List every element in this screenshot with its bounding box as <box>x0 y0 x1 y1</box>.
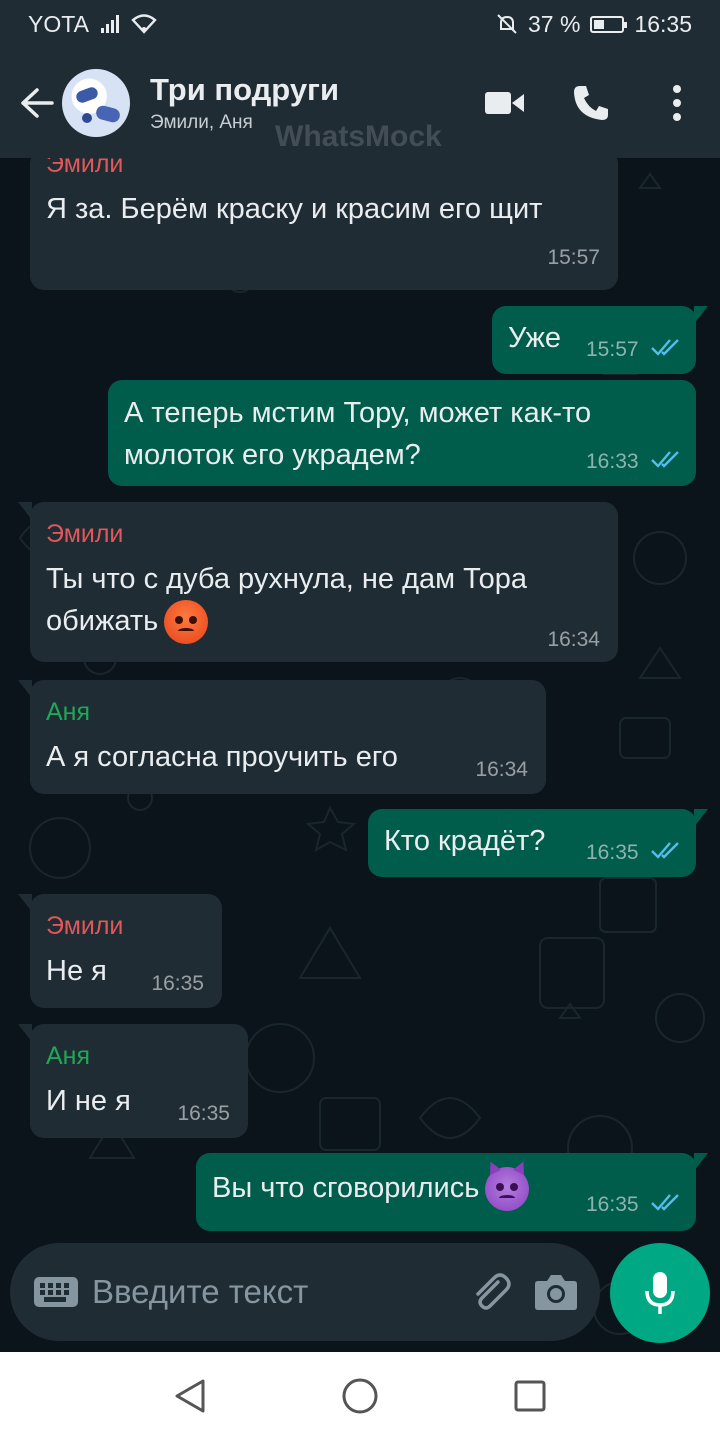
wifi-icon <box>131 14 157 34</box>
nav-back-button[interactable] <box>160 1366 220 1426</box>
message-text: Ты что с дуба рухнула, не дам Тора обижа… <box>46 558 527 645</box>
chat-title: Три подруги <box>150 72 340 107</box>
message-text: Я за. Берём краску и красим его щит <box>46 193 543 225</box>
voice-record-button[interactable] <box>610 1243 710 1343</box>
circle-home-icon <box>342 1378 378 1414</box>
message-time: 16:34 <box>547 628 600 651</box>
bubble-tail <box>18 502 32 520</box>
status-bar: YOTA 37 % 16:35 <box>0 0 720 48</box>
microphone-icon <box>645 1272 675 1314</box>
message-time: 16:35 <box>177 1102 230 1125</box>
voice-call-button[interactable] <box>548 48 634 158</box>
square-recents-icon <box>514 1380 546 1412</box>
clock: 16:35 <box>634 10 692 37</box>
message-bubble[interactable]: Аня А я согласна проучить его 16:34 <box>18 680 546 794</box>
bubble-tail <box>18 680 32 698</box>
message-time: 16:33 <box>586 450 639 473</box>
message-bubble[interactable]: Аня И не я 16:35 <box>18 1024 248 1138</box>
video-camera-icon <box>485 92 524 114</box>
message-bubble[interactable]: Кто крадёт? 16:35 <box>368 809 708 877</box>
nav-recents-button[interactable] <box>500 1366 560 1426</box>
message-bubble[interactable]: Эмили Не я 16:35 <box>18 894 222 1008</box>
message-sender: Эмили <box>46 520 124 548</box>
read-receipt-icon <box>651 339 679 356</box>
bubble-tail <box>694 809 708 827</box>
read-receipt-icon <box>651 842 679 859</box>
camera-icon[interactable] <box>534 1273 578 1311</box>
carrier-label: YOTA <box>28 10 89 37</box>
message-input[interactable]: Введите текст <box>92 1273 308 1311</box>
message-time: 16:35 <box>586 841 639 864</box>
battery-icon <box>590 15 628 33</box>
angry-face-icon <box>164 600 209 645</box>
message-text: Вы что сговорились <box>212 1159 530 1212</box>
battery-percent: 37 % <box>528 10 581 37</box>
system-nav-bar <box>0 1352 720 1440</box>
message-time: 16:34 <box>475 758 528 781</box>
message-bubble[interactable]: Эмили Ты что с дуба рухнула, не дам Тора… <box>18 502 618 662</box>
message-sender: Аня <box>46 1042 91 1070</box>
paperclip-icon[interactable] <box>468 1270 512 1314</box>
bubble-tail <box>18 894 32 912</box>
signal-icon <box>100 15 119 33</box>
bubble-tail <box>18 1024 32 1042</box>
message-bubble[interactable]: А теперь мстим Тору, может как-то молото… <box>108 380 696 486</box>
message-text: И не я <box>46 1085 131 1117</box>
group-avatar[interactable] <box>62 69 130 137</box>
message-time: 16:35 <box>151 972 204 995</box>
message-text: Не я <box>46 955 107 987</box>
message-time: 16:35 <box>586 1193 639 1216</box>
message-time: 15:57 <box>547 246 600 269</box>
message-sender: Эмили <box>46 912 124 940</box>
message-sender: Аня <box>46 698 91 726</box>
arrow-left-icon <box>21 88 54 118</box>
phone-icon <box>574 86 608 120</box>
message-bubble[interactable]: Уже 15:57 <box>492 306 708 374</box>
devil-face-icon <box>485 1159 530 1212</box>
keyboard-icon[interactable] <box>34 1277 78 1307</box>
message-bubble[interactable]: Вы что сговорились 16:35 <box>196 1153 708 1231</box>
message-text: Уже <box>508 322 561 354</box>
triangle-back-icon <box>175 1379 205 1413</box>
message-text-body: Ты что с дуба рухнула, не дам Тора обижа… <box>46 563 527 637</box>
bubble-tail <box>694 1153 708 1171</box>
mute-bell-icon <box>497 14 517 34</box>
read-receipt-icon <box>651 1194 679 1211</box>
more-vertical-icon <box>673 85 681 121</box>
message-text: Кто крадёт? <box>384 825 546 857</box>
back-button[interactable] <box>14 80 60 126</box>
video-call-button[interactable] <box>462 48 548 158</box>
message-bubble[interactable]: Эмили Я за. Берём краску и красим его щи… <box>30 158 618 290</box>
nav-home-button[interactable] <box>330 1366 390 1426</box>
watermark: WhatsMock <box>275 120 442 153</box>
bubble-tail <box>694 306 708 324</box>
message-time: 15:57 <box>586 338 639 361</box>
more-options-button[interactable] <box>634 48 720 158</box>
message-text: А теперь мстим Тору, может как-то молото… <box>124 397 592 471</box>
message-composer[interactable]: Введите текст <box>10 1243 600 1341</box>
message-sender: Эмили <box>46 158 124 178</box>
read-receipt-icon <box>651 451 679 468</box>
message-text-body: Вы что сговорились <box>212 1172 480 1204</box>
message-text: А я согласна проучить его <box>46 741 398 773</box>
message-list[interactable]: Эмили Я за. Берём краску и красим его щи… <box>0 158 720 1352</box>
